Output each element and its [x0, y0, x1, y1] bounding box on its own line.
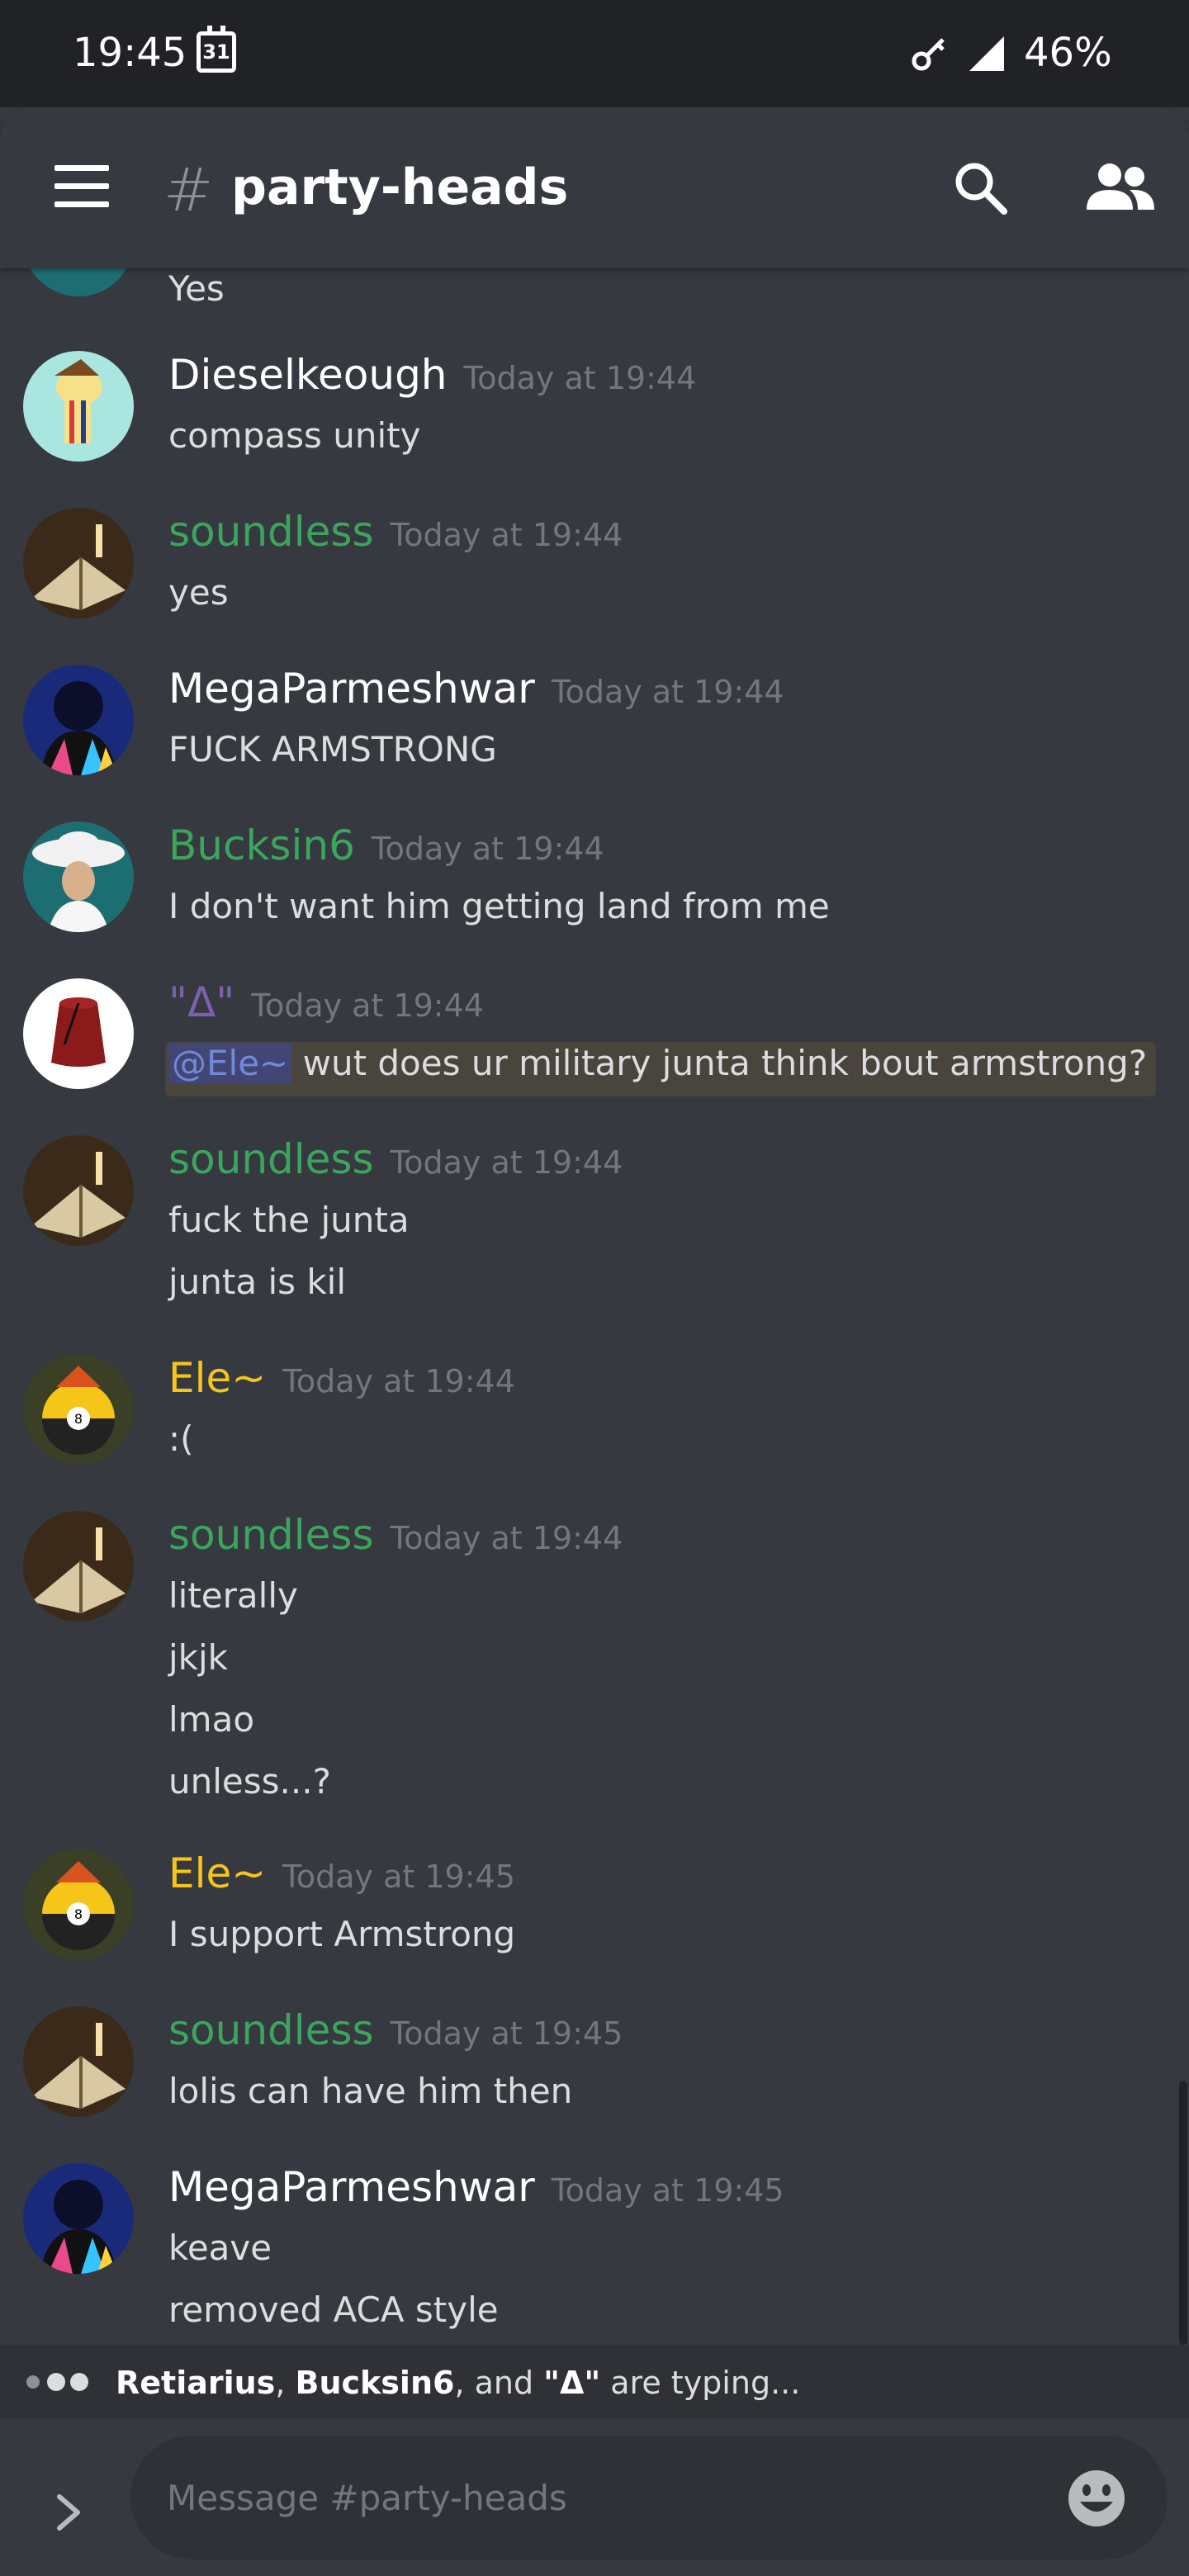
avatar[interactable]: [23, 2006, 134, 2117]
username[interactable]: soundless: [168, 1511, 374, 1559]
message-list[interactable]: Yes Dieselkeough Today at 19:44 compass u…: [0, 268, 1189, 2345]
typing-text: Retiarius, Bucksin6, and "Δ" are typing.…: [116, 2365, 801, 2401]
timestamp: Today at 19:44: [371, 831, 604, 867]
scrollbar[interactable]: [1179, 2081, 1187, 2345]
search-icon[interactable]: [951, 159, 1009, 216]
chevron-right-icon[interactable]: [53, 2492, 86, 2533]
timestamp: Today at 19:45: [551, 2172, 784, 2209]
message-text: removed ACA style: [168, 2290, 499, 2330]
message-text: compass unity: [168, 415, 421, 456]
username[interactable]: soundless: [168, 508, 374, 556]
avatar[interactable]: [23, 978, 134, 1089]
timestamp: Today at 19:44: [390, 1520, 623, 1556]
battery-level: 46%: [1024, 30, 1112, 76]
typing-user: Bucksin6: [295, 2365, 455, 2401]
timestamp: Today at 19:44: [390, 517, 623, 553]
channel-title: party-heads: [231, 159, 569, 216]
typing-dots-icon: [26, 2373, 88, 2391]
message-text: I support Armstrong: [168, 1914, 516, 1954]
message-text: lolis can have him then: [168, 2071, 573, 2111]
message-text: jkjk: [168, 1637, 228, 1678]
avatar[interactable]: [23, 351, 134, 462]
timestamp: Today at 19:45: [390, 2015, 623, 2052]
message-text: Yes: [168, 268, 225, 309]
avatar[interactable]: [23, 2163, 134, 2274]
timestamp: Today at 19:44: [463, 360, 697, 396]
message-input[interactable]: [130, 2436, 1168, 2559]
message-text: literally: [168, 1575, 298, 1616]
avatar[interactable]: [23, 822, 134, 932]
message-text: :(: [168, 1418, 194, 1459]
username[interactable]: Ele~: [168, 1354, 266, 1402]
message-text: yes: [168, 572, 229, 613]
avatar[interactable]: [23, 665, 134, 775]
timestamp: Today at 19:44: [551, 674, 784, 710]
hamburger-menu-icon[interactable]: [54, 165, 109, 208]
avatar[interactable]: [23, 1511, 134, 1622]
timestamp: Today at 19:44: [251, 987, 484, 1024]
username[interactable]: "Δ": [168, 978, 234, 1026]
emoji-icon[interactable]: [1065, 2467, 1128, 2530]
username[interactable]: soundless: [168, 1135, 374, 1183]
username[interactable]: MegaParmeshwar: [168, 665, 535, 713]
username[interactable]: Bucksin6: [168, 822, 355, 869]
timestamp: Today at 19:44: [390, 1144, 623, 1181]
avatar[interactable]: [23, 1135, 134, 1246]
message-text: FUCK ARMSTRONG: [168, 729, 497, 769]
calendar-icon: 31: [197, 26, 236, 73]
svg-text:8: 8: [74, 1411, 83, 1427]
message-text: keave: [168, 2228, 272, 2268]
avatar[interactable]: 8: [23, 1849, 134, 1960]
user-mention[interactable]: @Ele~: [168, 1043, 292, 1083]
members-icon[interactable]: [1083, 159, 1158, 216]
avatar[interactable]: [23, 508, 134, 618]
status-time: 19:45: [73, 30, 187, 76]
message-text: junta is kil: [168, 1262, 347, 1302]
username[interactable]: MegaParmeshwar: [168, 2163, 535, 2211]
username[interactable]: soundless: [168, 2006, 374, 2054]
status-bar: 19:45 31 46%: [0, 0, 1189, 107]
avatar[interactable]: 8: [23, 1354, 134, 1465]
username[interactable]: Ele~: [168, 1849, 266, 1897]
message-text: unless...?: [168, 1761, 331, 1802]
message-text: lmao: [168, 1699, 255, 1740]
message-text-body: wut does ur military junta think bout ar…: [302, 1043, 1148, 1083]
message-text: @Ele~ wut does ur military junta think b…: [168, 1043, 1147, 1083]
typing-user: "Δ": [543, 2365, 601, 2401]
message-text: fuck the junta: [168, 1200, 410, 1240]
vpn-key-icon: [912, 38, 945, 71]
avatar[interactable]: [23, 268, 134, 296]
typing-indicator: Retiarius, Bucksin6, and "Δ" are typing.…: [0, 2345, 1189, 2419]
channel-header: # party-heads: [0, 107, 1189, 268]
message-text: I don't want him getting land from me: [168, 886, 830, 926]
username[interactable]: Dieselkeough: [168, 351, 448, 399]
channel-hash-icon: #: [163, 155, 214, 225]
signal-icon: [969, 36, 1004, 71]
typing-user: Retiarius: [116, 2365, 276, 2401]
timestamp: Today at 19:44: [282, 1363, 515, 1399]
timestamp: Today at 19:45: [282, 1859, 515, 1895]
svg-text:8: 8: [74, 1906, 83, 1922]
message-composer: [0, 2419, 1189, 2576]
